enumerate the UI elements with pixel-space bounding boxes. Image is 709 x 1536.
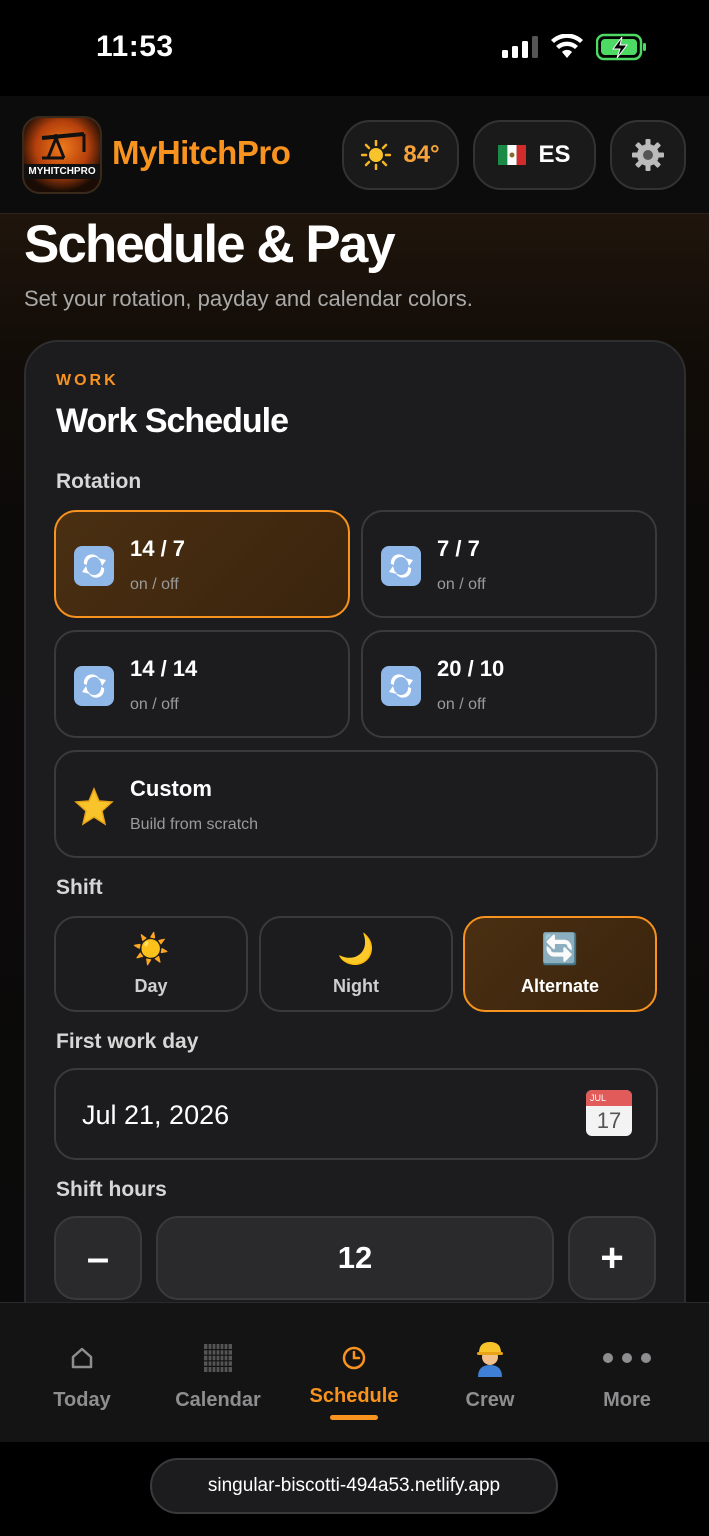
shift-option-day[interactable]: ☀️ Day [54,916,248,1012]
shift-label-night: Night [333,976,379,996]
app-name: MyHitchPro [112,134,291,171]
app-header: MYHITCHPRO MyHitchPro 84° ES [0,96,709,214]
pumpjack-icon [41,132,86,160]
mexico-flag-icon [498,145,527,165]
page-title: Schedule & Pay [24,215,396,274]
browser-url-area: singular-biscotti-494a53.netlify.app [0,1442,709,1536]
rotation-main: 7 / 7 [437,536,480,561]
repeat-icon [381,666,421,706]
rotation-label: Rotation [56,470,142,493]
main-content[interactable]: Schedule & Pay Set your rotation, payday… [0,214,709,1302]
construction-worker-icon [422,1341,558,1377]
rotation-option-custom[interactable]: Custom Build from scratch [54,750,658,858]
tab-label: Schedule [309,1385,399,1407]
calendar-icon[interactable]: JUL 17 [586,1090,632,1136]
shift-hours-value[interactable]: 12 [156,1216,554,1300]
rotation-option-14-14[interactable]: 14 / 14 on / off [54,630,350,738]
tab-calendar[interactable]: Calendar [150,1303,286,1443]
tab-label: Crew [465,1389,515,1411]
card-title: Work Schedule [56,402,289,440]
settings-button[interactable] [610,120,686,190]
rotation-option-7-7[interactable]: 7 / 7 on / off [361,510,657,618]
shift-option-night[interactable]: 🌙 Night [259,916,453,1012]
calendar-icon-month: JUL [586,1090,632,1106]
repeat-icon [381,546,421,586]
home-icon [14,1341,150,1375]
rotation-option-14-7[interactable]: 14 / 7 on / off [54,510,350,618]
rotation-main: 14 / 7 [130,536,186,561]
tab-today[interactable]: Today [14,1303,150,1443]
rotation-sub: Build from scratch [130,816,259,833]
decrement-button[interactable]: – [54,1216,142,1300]
status-bar: 11:53 [0,0,709,96]
weather-button[interactable]: 84° [342,120,459,190]
increment-button[interactable]: + [568,1216,656,1300]
sun-icon [361,140,392,170]
rotation-sub: on / off [437,576,486,593]
card-kicker: WORK [56,372,119,389]
work-schedule-card: WORK Work Schedule Rotation 14 / 7 on / … [24,340,686,1302]
first-work-day-field[interactable]: Jul 21, 2026 JUL 17 [54,1068,658,1160]
calendar-grid-icon [150,1341,286,1375]
page-subtitle: Set your rotation, payday and calendar c… [24,286,473,311]
shift-label-alternate: Alternate [520,976,600,996]
tab-crew[interactable]: Crew [422,1303,558,1443]
app-logo[interactable]: MYHITCHPRO [22,116,102,194]
status-time: 11:53 [96,30,174,63]
rotation-option-20-10[interactable]: 20 / 10 on / off [361,630,657,738]
gear-icon [632,139,664,171]
repeat-icon [74,666,114,706]
language-button[interactable]: ES [473,120,596,190]
tab-label: More [603,1389,651,1411]
wifi-icon [551,34,583,58]
shift-option-alternate[interactable]: 🔄 Alternate [463,916,657,1012]
weather-temp: 84° [403,141,440,168]
rotation-sub: on / off [130,696,179,713]
cycle-icon: 🔄 [541,933,579,966]
url-bar[interactable]: singular-biscotti-494a53.netlify.app [150,1458,558,1514]
language-code: ES [538,141,571,168]
clock-icon [286,1341,422,1375]
signal-icon [502,36,538,58]
shift-label-day: Day [134,976,168,996]
first-work-day-label: First work day [56,1030,199,1053]
calendar-icon-day: 17 [596,1108,622,1133]
shift-label: Shift [56,876,103,899]
rotation-sub: on / off [130,576,179,593]
first-work-day-value: Jul 21, 2026 [82,1100,230,1130]
tab-label: Calendar [175,1389,261,1411]
logo-text: MYHITCHPRO [24,164,100,179]
battery-charging-icon [596,33,646,61]
rotation-main: 14 / 14 [130,656,198,681]
tab-more[interactable]: More [559,1303,695,1443]
star-icon [74,786,114,826]
sun-icon: ☀️ [132,933,170,966]
moon-icon: 🌙 [337,933,375,966]
active-tab-indicator [330,1415,378,1420]
repeat-icon [74,546,114,586]
tab-label: Today [53,1389,111,1411]
tab-schedule[interactable]: Schedule [286,1303,422,1443]
more-dots-icon [559,1341,695,1375]
shift-hours-label: Shift hours [56,1178,167,1201]
rotation-sub: on / off [437,696,486,713]
bottom-tab-bar: Today Calendar Schedule Crew More [0,1302,709,1442]
rotation-main: 20 / 10 [437,656,505,681]
rotation-main: Custom [130,776,212,801]
